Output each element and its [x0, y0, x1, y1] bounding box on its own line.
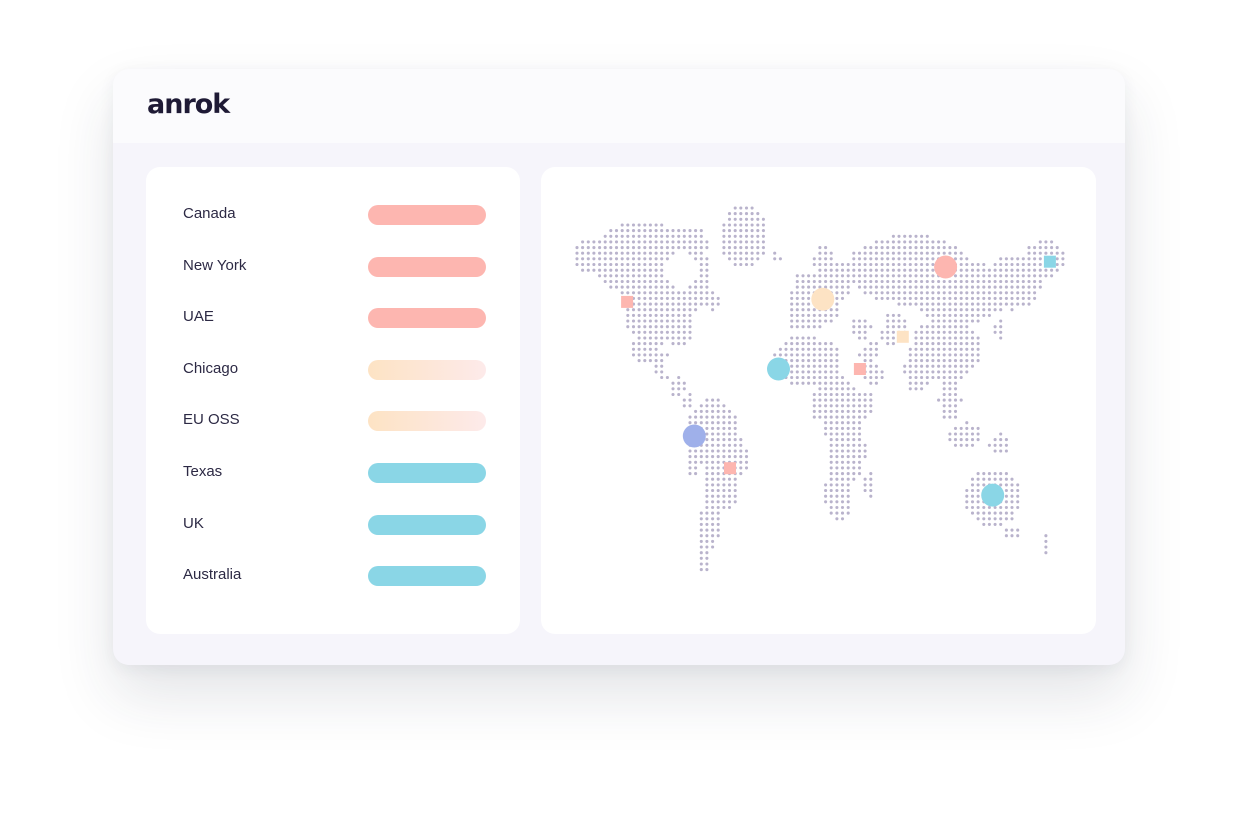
jurisdiction-label: New York	[183, 256, 247, 274]
jurisdiction-status-bar	[368, 463, 486, 483]
jurisdiction-label: Texas	[183, 463, 223, 480]
jurisdiction-row-eu-oss[interactable]: EU OSS	[146, 406, 520, 436]
jurisdiction-row-uk[interactable]: UK	[146, 510, 520, 540]
map-marker[interactable]	[811, 287, 835, 311]
jurisdiction-status-bar	[368, 566, 486, 587]
map-marker[interactable]	[981, 483, 1005, 507]
world-map-panel	[541, 167, 1096, 634]
map-dots	[575, 206, 1065, 572]
jurisdiction-label: Canada	[183, 205, 236, 222]
jurisdiction-status-bar	[368, 256, 486, 277]
world-map	[575, 206, 1065, 572]
map-marker[interactable]	[682, 424, 706, 448]
map-marker[interactable]	[1043, 255, 1056, 268]
jurisdiction-status-bar	[368, 205, 486, 225]
map-marker[interactable]	[896, 330, 909, 343]
jurisdiction-status-bar	[368, 359, 486, 380]
jurisdiction-row-uae[interactable]: UAE	[146, 303, 520, 333]
anrok-logo[interactable]: anrok	[147, 89, 230, 120]
map-marker[interactable]	[853, 363, 866, 375]
map-marker[interactable]	[724, 462, 736, 475]
map-marker[interactable]	[934, 255, 958, 279]
jurisdiction-row-canada[interactable]: Canada	[146, 200, 520, 230]
jurisdiction-status-bar	[368, 308, 486, 329]
jurisdiction-row-texas[interactable]: Texas	[146, 458, 520, 488]
jurisdiction-status-bar	[368, 514, 486, 535]
app-window: anrok Canada New York UAE Chicago EU OSS Texa…	[113, 69, 1125, 665]
jurisdiction-label: EU OSS	[183, 411, 240, 429]
map-marker[interactable]	[767, 357, 790, 381]
map-marker[interactable]	[621, 295, 634, 308]
jurisdiction-row-chicago[interactable]: Chicago	[146, 355, 520, 385]
app-header: anrok	[113, 69, 1125, 143]
jurisdiction-row-new-york[interactable]: New York	[146, 252, 520, 282]
jurisdiction-label: UAE	[183, 308, 214, 326]
jurisdiction-label: Chicago	[183, 359, 239, 377]
jurisdiction-label: UK	[183, 514, 204, 532]
jurisdiction-row-australia[interactable]: Australia	[146, 561, 520, 591]
jurisdiction-label: Australia	[183, 566, 242, 584]
jurisdiction-status-bar	[368, 411, 486, 432]
jurisdiction-list: Canada New York UAE Chicago EU OSS Texas UK Aus…	[146, 167, 520, 634]
